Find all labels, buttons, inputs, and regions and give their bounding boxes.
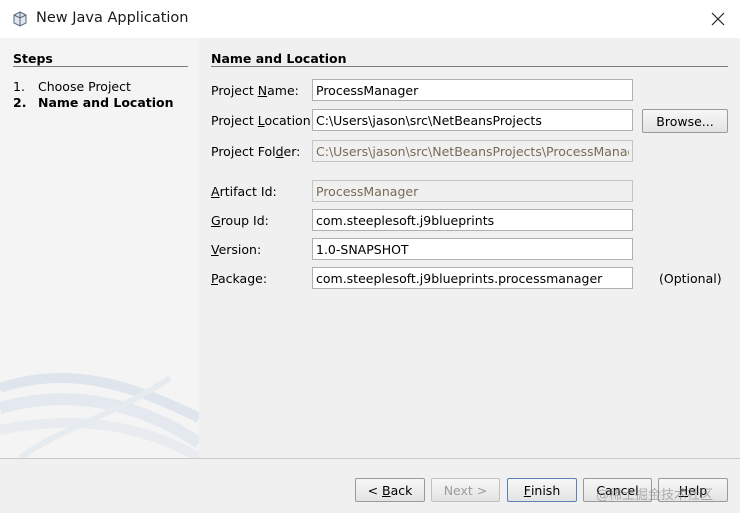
project-name-label: Project Name: [211, 83, 299, 98]
divider [13, 66, 188, 67]
section-title: Name and Location [211, 51, 347, 66]
project-folder-label: Project Folder: [211, 144, 301, 159]
watermark: @稀土掘金技术社区 [596, 488, 714, 503]
decorative-swoosh-graphic [0, 373, 199, 458]
form-panel: Name and Location Project Name: Project … [199, 38, 740, 458]
window-title: New Java Application [36, 10, 189, 26]
browse-button[interactable]: Browse... [642, 109, 728, 133]
project-folder-field [312, 140, 633, 162]
artifact-id-field [312, 180, 633, 202]
step-number: 2. [13, 95, 27, 110]
project-name-input[interactable] [312, 79, 633, 101]
step-name-and-location: 2. Name and Location [13, 95, 174, 110]
back-button[interactable]: < Back [355, 478, 425, 502]
project-location-input[interactable] [312, 109, 633, 131]
step-label: Name and Location [38, 95, 174, 110]
divider [211, 66, 728, 67]
optional-hint: (Optional) [659, 271, 722, 286]
group-id-label: Group Id: [211, 213, 269, 228]
close-button[interactable] [700, 4, 736, 34]
finish-button[interactable]: Finish [507, 478, 577, 502]
title-bar: New Java Application [0, 0, 740, 38]
steps-header: Steps [13, 51, 53, 66]
button-bar: < Back Next > Finish Cancel Help @稀土掘金技术… [0, 458, 740, 513]
step-choose-project: 1. Choose Project [13, 79, 131, 94]
browse-button-label: Browse... [656, 113, 714, 129]
project-location-label: Project Location: [211, 113, 315, 128]
version-input[interactable] [312, 238, 633, 260]
package-label: Package: [211, 271, 268, 286]
steps-panel: Steps 1. Choose Project 2. Name and Locati… [0, 38, 199, 458]
package-input[interactable] [312, 267, 633, 289]
close-icon [711, 12, 725, 26]
group-id-input[interactable] [312, 209, 633, 231]
artifact-id-label: Artifact Id: [211, 184, 277, 199]
step-label: Choose Project [38, 79, 131, 94]
java-cup-icon [13, 11, 27, 27]
version-label: Version: [211, 242, 262, 257]
step-number: 1. [13, 79, 25, 94]
next-button[interactable]: Next > [431, 478, 500, 502]
